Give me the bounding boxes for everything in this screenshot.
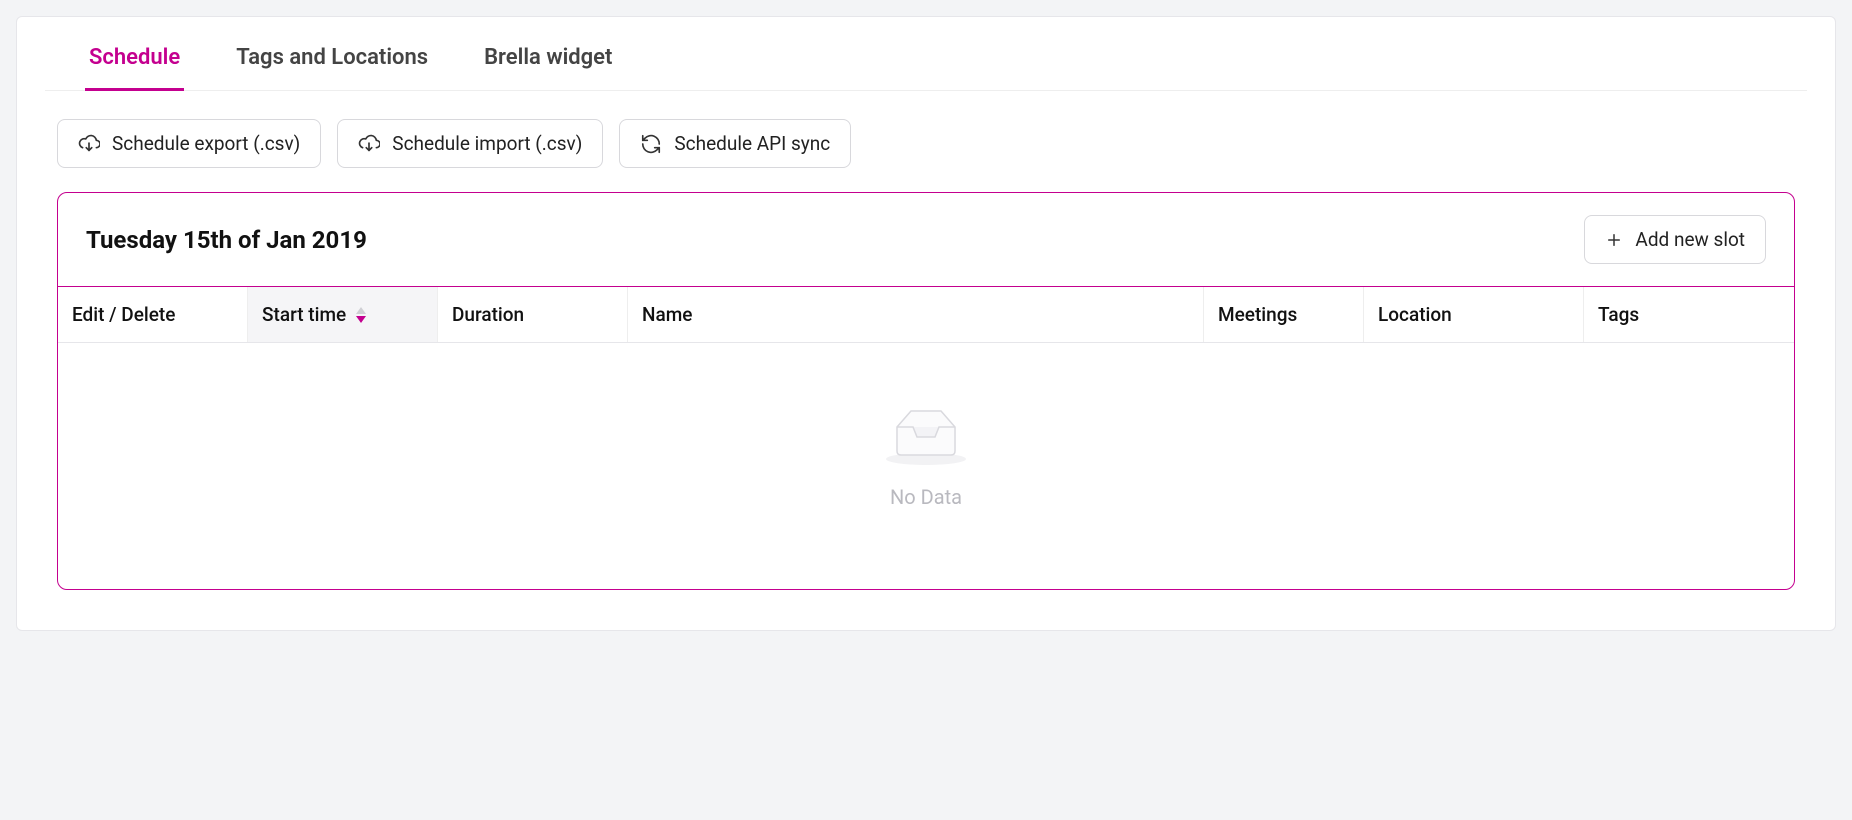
- col-header-tags[interactable]: Tags: [1584, 287, 1794, 342]
- table-header-row: Edit / Delete Start time Duration Name M…: [58, 286, 1794, 343]
- col-header-meetings[interactable]: Meetings: [1204, 287, 1364, 342]
- add-new-slot-button[interactable]: Add new slot: [1584, 215, 1766, 264]
- sort-up-icon: [356, 307, 366, 314]
- empty-state-label: No Data: [890, 485, 962, 509]
- cloud-download-icon: [358, 133, 380, 155]
- col-header-name[interactable]: Name: [628, 287, 1204, 342]
- col-header-start-time-label: Start time: [262, 303, 346, 326]
- empty-inbox-icon: [883, 403, 969, 467]
- toolbar: Schedule export (.csv) Schedule import (…: [17, 91, 1835, 168]
- col-header-edit-delete[interactable]: Edit / Delete: [58, 287, 248, 342]
- tab-schedule[interactable]: Schedule: [85, 17, 184, 91]
- plus-icon: [1605, 231, 1623, 249]
- sort-indicator: [356, 307, 366, 323]
- day-title: Tuesday 15th of Jan 2019: [86, 226, 367, 254]
- day-header: Tuesday 15th of Jan 2019 Add new slot: [58, 193, 1794, 286]
- col-header-location[interactable]: Location: [1364, 287, 1584, 342]
- api-sync-button[interactable]: Schedule API sync: [619, 119, 851, 168]
- col-header-start-time[interactable]: Start time: [248, 287, 438, 342]
- import-csv-label: Schedule import (.csv): [392, 132, 582, 155]
- sync-icon: [640, 133, 662, 155]
- export-csv-label: Schedule export (.csv): [112, 132, 300, 155]
- tab-bar: Schedule Tags and Locations Brella widge…: [45, 17, 1807, 91]
- tab-tags-locations[interactable]: Tags and Locations: [232, 17, 432, 91]
- schedule-card: Schedule Tags and Locations Brella widge…: [16, 16, 1836, 631]
- api-sync-label: Schedule API sync: [674, 132, 830, 155]
- tab-brella-widget[interactable]: Brella widget: [480, 17, 616, 91]
- export-csv-button[interactable]: Schedule export (.csv): [57, 119, 321, 168]
- sort-down-icon: [356, 316, 366, 323]
- empty-state: No Data: [58, 343, 1794, 589]
- cloud-download-icon: [78, 133, 100, 155]
- col-header-duration[interactable]: Duration: [438, 287, 628, 342]
- add-new-slot-label: Add new slot: [1635, 228, 1745, 251]
- import-csv-button[interactable]: Schedule import (.csv): [337, 119, 603, 168]
- day-panel: Tuesday 15th of Jan 2019 Add new slot Ed…: [57, 192, 1795, 590]
